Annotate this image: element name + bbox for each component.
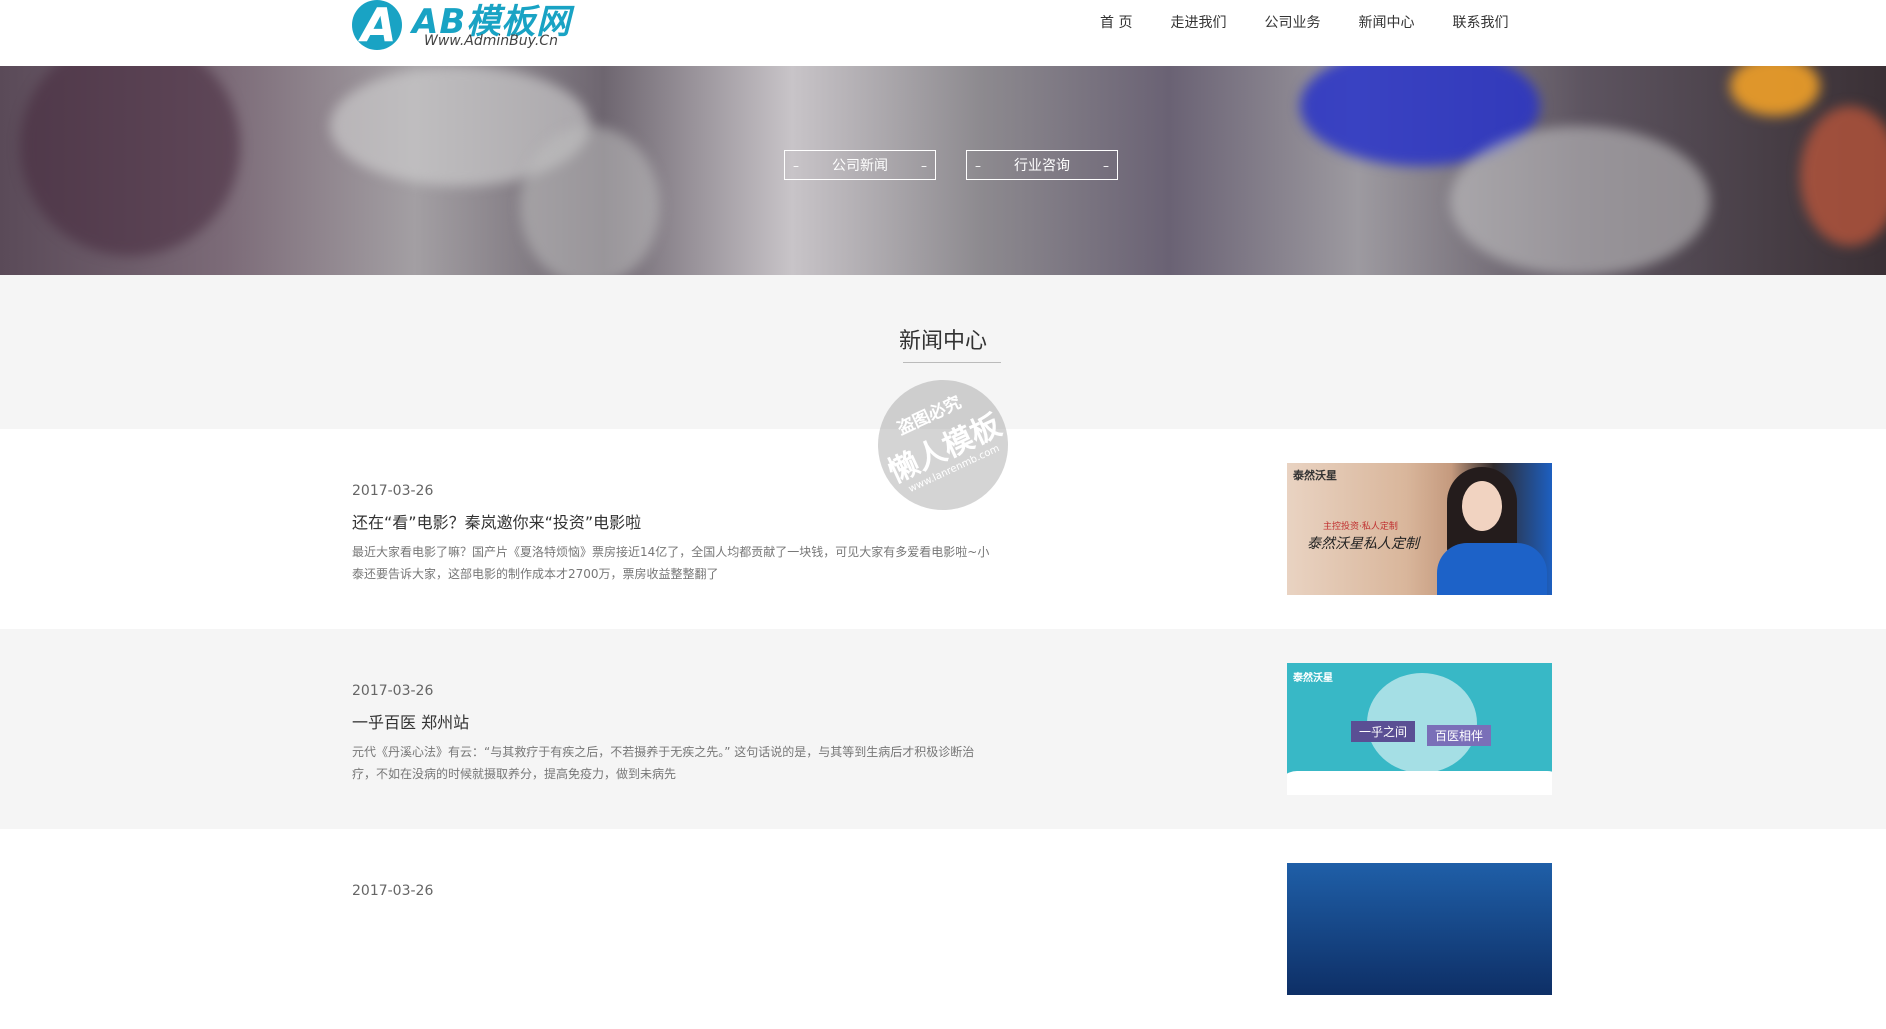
news-thumbnail[interactable] xyxy=(1287,863,1552,995)
nav-item-home[interactable]: 首 页 xyxy=(1100,0,1132,46)
thumb-slogan: 泰然沃星私人定制 xyxy=(1307,536,1419,552)
thumb-brand: 泰然沃星 xyxy=(1293,673,1333,684)
section-title: 新闻中心 xyxy=(898,329,987,354)
main-nav: 首 页 走进我们 公司业务 新闻中心 联系我们 xyxy=(1100,0,1508,46)
news-desc: 元代《丹溪心法》有云：“与其救疗于有疾之后，不若摄养于无疾之先。” 这句话说的是… xyxy=(352,745,975,781)
portrait-body xyxy=(1437,543,1547,595)
news-desc: 最近大家看电影了嘛？国产片《夏洛特烦恼》票房接近14亿了，全国人均都贡献了一块钱… xyxy=(352,545,990,581)
news-title[interactable]: 还在“看”电影？秦岚邀你来“投资”电影啦 xyxy=(352,509,641,533)
thumb-banner-right: 百医相伴 xyxy=(1427,725,1492,746)
thumb-tag: 主控投资·私人定制 xyxy=(1323,522,1398,532)
nav-item-news[interactable]: 新闻中心 xyxy=(1358,0,1414,46)
news-thumbnail[interactable]: 泰然沃星 主控投资·私人定制 泰然沃星私人定制 xyxy=(1287,463,1552,595)
tab-industry-consult[interactable]: – 行业咨询 – xyxy=(966,150,1118,180)
nav-item-business[interactable]: 公司业务 xyxy=(1264,0,1320,46)
banner-bokeh xyxy=(20,66,240,256)
thumb-banner-left: 一乎之间 xyxy=(1351,721,1416,742)
logo-subtitle: Www.AdminBuy.Cn xyxy=(424,33,558,49)
nav-item-contact[interactable]: 联系我们 xyxy=(1452,0,1508,46)
logo-mark-icon: A xyxy=(352,0,402,50)
hero-banner: – 公司新闻 – – 行业咨询 – xyxy=(0,66,1886,275)
orange-microphone-shape xyxy=(1730,66,1820,116)
dash-right: – xyxy=(1103,159,1109,173)
logo-mark-letter: A xyxy=(361,0,397,50)
microphone-shape xyxy=(520,126,660,275)
tab-company-news-label: 公司新闻 xyxy=(832,158,888,174)
title-underline xyxy=(903,362,1001,363)
dash-left: – xyxy=(975,159,981,173)
news-date: 2017-03-26 xyxy=(352,683,434,699)
news-item[interactable]: 2017-03-26 xyxy=(0,829,1886,1029)
news-item[interactable]: 2017-03-26 一乎百医 郑州站 元代《丹溪心法》有云：“与其救疗于有疾之… xyxy=(0,629,1886,829)
dash-left: – xyxy=(793,159,799,173)
site-header: A AB模板网 Www.AdminBuy.Cn 首 页 走进我们 公司业务 新闻… xyxy=(0,0,1886,66)
banner-bokeh xyxy=(1800,106,1886,246)
news-date: 2017-03-26 xyxy=(352,483,434,499)
tab-company-news[interactable]: – 公司新闻 – xyxy=(784,150,936,180)
news-thumbnail[interactable]: 泰然沃星 一乎之间 百医相伴 xyxy=(1287,663,1552,795)
microphone-shape xyxy=(1450,126,1710,275)
site-logo[interactable]: A AB模板网 Www.AdminBuy.Cn xyxy=(352,0,592,54)
news-title[interactable]: 一乎百医 郑州站 xyxy=(352,709,469,733)
portrait-face xyxy=(1462,481,1502,531)
tab-industry-consult-label: 行业咨询 xyxy=(1014,158,1070,174)
cloud-shape xyxy=(1287,771,1552,795)
news-date: 2017-03-26 xyxy=(352,883,434,899)
dash-right: – xyxy=(921,159,927,173)
thumb-brand: 泰然沃星 xyxy=(1293,469,1337,482)
nav-item-about[interactable]: 走进我们 xyxy=(1170,0,1226,46)
